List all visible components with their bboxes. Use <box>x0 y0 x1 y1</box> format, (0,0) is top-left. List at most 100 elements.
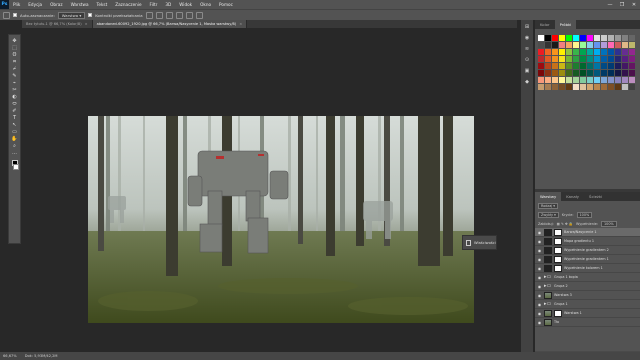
swatch-color[interactable] <box>566 84 572 90</box>
align-bottom-icon[interactable] <box>165 11 173 19</box>
swatch-color[interactable] <box>622 77 628 83</box>
swatch-color[interactable] <box>559 77 565 83</box>
swatch-color[interactable] <box>566 63 572 69</box>
shape-tool-icon[interactable]: ▭ <box>10 129 19 135</box>
swatch-color[interactable] <box>538 77 544 83</box>
swatch-color[interactable] <box>580 49 586 55</box>
swatch-color[interactable] <box>615 70 621 76</box>
swatch-color[interactable] <box>573 35 579 41</box>
menu-item-10[interactable]: Pomoc <box>215 2 237 7</box>
swatch-color[interactable] <box>608 77 614 83</box>
swatch-color[interactable] <box>629 56 635 62</box>
swatch-color[interactable] <box>566 35 572 41</box>
swatch-color[interactable] <box>573 56 579 62</box>
swatch-color[interactable] <box>538 56 544 62</box>
swatch-color[interactable] <box>615 56 621 62</box>
swatch-color[interactable] <box>566 70 572 76</box>
layer-row[interactable]: ◉ Barwa/Nasycenie 1 <box>535 228 640 237</box>
swatch-color[interactable] <box>615 77 621 83</box>
swatch-color[interactable] <box>587 77 593 83</box>
swatch-color[interactable] <box>587 49 593 55</box>
swatch-color[interactable] <box>608 35 614 41</box>
layer-kind-dropdown[interactable]: Rodzaj ▾ <box>538 202 559 209</box>
swatch-color[interactable] <box>629 35 635 41</box>
swatch-color[interactable] <box>545 77 551 83</box>
swatch-color[interactable] <box>573 77 579 83</box>
fill-field[interactable]: 100% <box>601 220 617 227</box>
swatch-color[interactable] <box>587 84 593 90</box>
minimize-icon[interactable]: — <box>604 0 616 9</box>
swatch-color[interactable] <box>601 63 607 69</box>
swatch-color[interactable] <box>622 49 628 55</box>
swatch-color[interactable] <box>629 84 635 90</box>
background-color-swatch[interactable] <box>13 164 19 170</box>
swatch-color[interactable] <box>615 84 621 90</box>
libraries-icon[interactable]: ▣ <box>524 67 531 74</box>
menu-item-6[interactable]: Filtr <box>146 2 162 7</box>
crop-tool-icon[interactable]: ⌿ <box>10 66 19 72</box>
pen-tool-icon[interactable]: ✐ <box>10 108 19 114</box>
swatch-color[interactable] <box>622 35 628 41</box>
hand-tool-icon[interactable]: ✋ <box>10 136 19 142</box>
swatch-color[interactable] <box>552 77 558 83</box>
layers-icon[interactable]: ◆ <box>524 78 531 85</box>
align-left-icon[interactable] <box>175 11 183 19</box>
swatch-color[interactable] <box>566 42 572 48</box>
swatch-color[interactable] <box>587 35 593 41</box>
swatch-color[interactable] <box>545 63 551 69</box>
swatch-color[interactable] <box>615 63 621 69</box>
visibility-eye-icon[interactable]: ◉ <box>537 266 542 271</box>
visibility-eye-icon[interactable]: ◉ <box>537 275 542 280</box>
swatch-color[interactable] <box>608 42 614 48</box>
lock-icons[interactable]: ▦ ✎ ✥ 🔒 <box>557 222 573 226</box>
document-tab-0[interactable]: Bez tytułu-1 @ 66,7% (Kolor/8) × <box>22 20 93 28</box>
swatch-color[interactable] <box>594 35 600 41</box>
swatch-color[interactable] <box>601 56 607 62</box>
color-icon[interactable]: ◉ <box>524 34 531 41</box>
layer-panel-tab-0[interactable]: Warstwy <box>535 192 562 201</box>
properties-panel[interactable]: Właściwości <box>462 235 497 250</box>
close-tab-icon[interactable]: × <box>85 22 88 26</box>
swatch-color[interactable] <box>580 77 586 83</box>
move-tool-icon[interactable] <box>3 11 10 19</box>
opacity-field[interactable]: 100% <box>576 211 593 218</box>
swatch-color[interactable] <box>594 56 600 62</box>
layer-row[interactable]: ◉ Wypełnienie gradientem 2 <box>535 246 640 255</box>
swatch-color[interactable] <box>538 49 544 55</box>
blend-mode-dropdown[interactable]: Zwykły ▾ <box>538 211 559 218</box>
layer-mask-thumbnail[interactable] <box>554 237 562 245</box>
swatch-color[interactable] <box>580 42 586 48</box>
menu-item-0[interactable]: Plik <box>9 2 24 7</box>
swatch-color[interactable] <box>552 42 558 48</box>
layer-mask-thumbnail[interactable] <box>554 264 562 272</box>
layer-mask-thumbnail[interactable] <box>554 309 562 317</box>
menu-item-9[interactable]: Okno <box>196 2 215 7</box>
swatch-color[interactable] <box>580 56 586 62</box>
adjustments-icon[interactable]: ≋ <box>524 45 531 52</box>
eyedropper-tool-icon[interactable]: ✎ <box>10 73 19 79</box>
menu-item-1[interactable]: Edycja <box>24 2 46 7</box>
zoom-tool-icon[interactable]: ⌕ <box>10 143 19 149</box>
visibility-eye-icon[interactable]: ◉ <box>537 230 542 235</box>
menu-item-8[interactable]: Widok <box>175 2 196 7</box>
swatch-color[interactable] <box>594 63 600 69</box>
swatch-color[interactable] <box>552 49 558 55</box>
eraser-tool-icon[interactable]: ⬭ <box>10 101 19 107</box>
canvas-area[interactable]: Właściwości <box>22 28 517 351</box>
swatch-color[interactable] <box>566 49 572 55</box>
swatch-color[interactable] <box>608 70 614 76</box>
swatch-color[interactable] <box>629 49 635 55</box>
swatch-color[interactable] <box>559 56 565 62</box>
swatch-color[interactable] <box>594 49 600 55</box>
layer-row[interactable]: ◉ ▸▭ Grupa 1 kopia <box>535 273 640 282</box>
layer-row[interactable]: ◉ Warstwa 1 <box>535 309 640 318</box>
visibility-eye-icon[interactable]: ◉ <box>537 302 542 307</box>
swatch-color[interactable] <box>622 63 628 69</box>
swatch-color[interactable] <box>538 84 544 90</box>
swatch-color[interactable] <box>580 70 586 76</box>
layer-row[interactable]: ◉ Wypełnienie gradientem 1 <box>535 255 640 264</box>
swatch-color[interactable] <box>601 70 607 76</box>
close-icon[interactable]: ✕ <box>628 0 640 9</box>
layer-row[interactable]: ◉ Mapa gradientu 1 <box>535 237 640 246</box>
swatch-color[interactable] <box>552 84 558 90</box>
